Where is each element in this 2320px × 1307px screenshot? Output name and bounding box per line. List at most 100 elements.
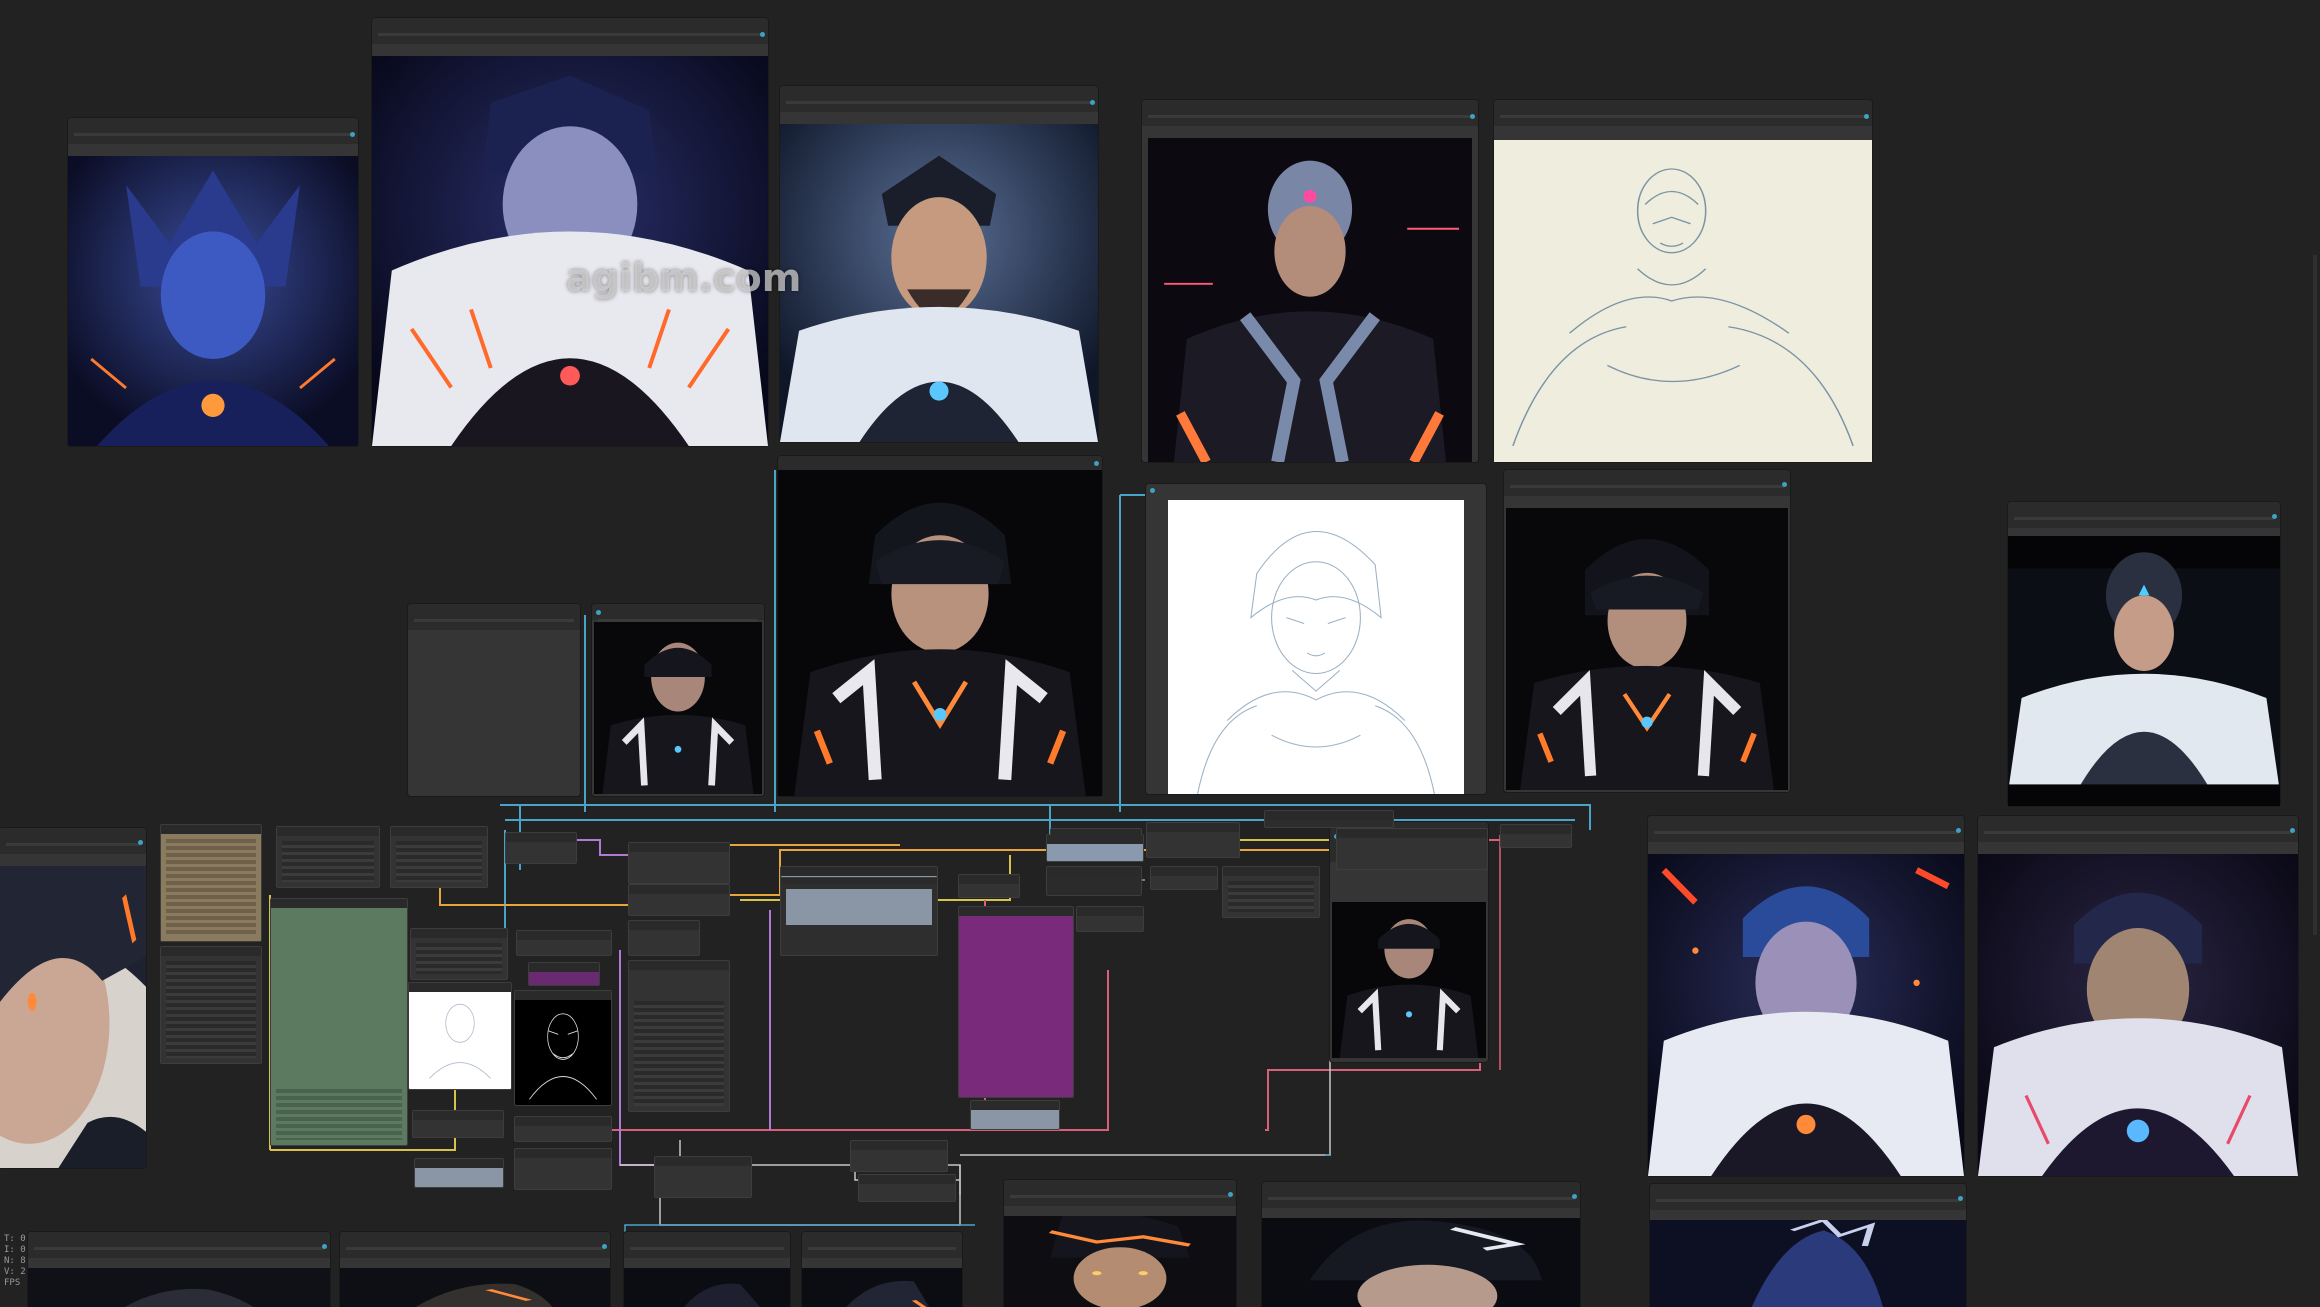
utility-node[interactable] bbox=[1146, 822, 1240, 858]
utility-node[interactable] bbox=[412, 1110, 504, 1138]
utility-node[interactable] bbox=[1050, 828, 1142, 838]
utility-node[interactable] bbox=[410, 928, 508, 980]
socket-dot-icon[interactable] bbox=[602, 1244, 607, 1249]
utility-node[interactable] bbox=[654, 1156, 752, 1198]
node-widgets[interactable] bbox=[166, 839, 256, 936]
canny-preview-node[interactable] bbox=[514, 990, 612, 1106]
utility-node[interactable] bbox=[516, 930, 612, 956]
node-title-bar[interactable] bbox=[0, 828, 146, 854]
node-title-bar[interactable] bbox=[340, 1232, 610, 1258]
preview-image-node[interactable] bbox=[372, 18, 768, 446]
preview-image-node[interactable] bbox=[1142, 100, 1478, 462]
preview-image-node[interactable] bbox=[778, 456, 1102, 796]
utility-node[interactable] bbox=[1046, 834, 1144, 862]
utility-node[interactable] bbox=[1150, 866, 1218, 890]
preview-image-node[interactable] bbox=[28, 1232, 330, 1307]
socket-dot-icon[interactable] bbox=[2272, 514, 2277, 519]
utility-node[interactable] bbox=[780, 874, 938, 956]
node-title-bar[interactable] bbox=[624, 1232, 790, 1258]
node-widgets[interactable] bbox=[282, 841, 374, 882]
socket-dot-icon[interactable] bbox=[1090, 100, 1095, 105]
node-title-bar[interactable] bbox=[68, 118, 358, 144]
socket-dot-icon[interactable] bbox=[1572, 1194, 1577, 1199]
preview-image-node[interactable] bbox=[780, 86, 1098, 442]
node-title-bar[interactable] bbox=[780, 86, 1098, 112]
utility-node[interactable] bbox=[628, 920, 700, 956]
socket-dot-icon[interactable] bbox=[138, 840, 143, 845]
node-title-bar[interactable] bbox=[408, 604, 580, 630]
preview-image-node[interactable] bbox=[802, 1232, 962, 1307]
utility-node[interactable] bbox=[160, 946, 262, 1064]
preview-image-node[interactable] bbox=[1262, 1182, 1580, 1307]
socket-dot-icon[interactable] bbox=[1150, 488, 1155, 493]
preview-image-node[interactable] bbox=[1504, 470, 1790, 792]
node-title-bar[interactable] bbox=[28, 1232, 330, 1258]
utility-node[interactable] bbox=[850, 1140, 948, 1172]
socket-dot-icon[interactable] bbox=[350, 132, 355, 137]
utility-node[interactable] bbox=[1046, 866, 1142, 896]
socket-dot-icon[interactable] bbox=[1958, 1196, 1963, 1201]
preview-image-node[interactable] bbox=[1650, 1184, 1966, 1307]
preview-image-node[interactable] bbox=[0, 828, 146, 1168]
utility-node[interactable] bbox=[628, 884, 730, 916]
socket-dot-icon[interactable] bbox=[2290, 828, 2295, 833]
utility-node[interactable] bbox=[414, 1158, 504, 1188]
utility-node[interactable] bbox=[970, 1100, 1060, 1130]
node-widgets[interactable] bbox=[276, 1089, 402, 1140]
utility-node[interactable] bbox=[780, 866, 938, 878]
utility-node[interactable] bbox=[1336, 828, 1488, 870]
node-title-bar[interactable] bbox=[1978, 816, 2298, 842]
node-title-bar[interactable] bbox=[1142, 100, 1478, 126]
utility-node[interactable] bbox=[628, 960, 730, 1112]
preview-image-node[interactable] bbox=[2008, 502, 2280, 806]
preview-image-node[interactable] bbox=[340, 1232, 610, 1307]
canvas-scrollbar[interactable] bbox=[2313, 255, 2317, 935]
utility-node[interactable] bbox=[505, 832, 577, 864]
node-title-bar[interactable] bbox=[1648, 816, 1964, 842]
node-title-bar[interactable] bbox=[592, 604, 764, 622]
socket-dot-icon[interactable] bbox=[1228, 1192, 1233, 1197]
node-title-bar[interactable] bbox=[1262, 1182, 1580, 1208]
preview-image-node[interactable] bbox=[1494, 100, 1872, 462]
node-widgets[interactable] bbox=[786, 889, 932, 925]
utility-node[interactable] bbox=[276, 826, 380, 888]
note-node[interactable] bbox=[270, 898, 408, 1146]
node-title-bar[interactable] bbox=[778, 456, 1102, 474]
node-title-bar[interactable] bbox=[802, 1232, 962, 1258]
node-title-bar[interactable] bbox=[372, 18, 768, 44]
socket-dot-icon[interactable] bbox=[322, 1244, 327, 1249]
socket-dot-icon[interactable] bbox=[1956, 828, 1961, 833]
graph-canvas[interactable]: agibm.com T: 0 I: 0 N: 8 V: 2 FPS bbox=[0, 0, 2320, 1307]
utility-node[interactable] bbox=[1500, 824, 1572, 848]
empty-node[interactable] bbox=[408, 604, 580, 796]
preview-image-node[interactable] bbox=[68, 118, 358, 446]
node-title-bar[interactable] bbox=[1650, 1184, 1966, 1210]
load-image-node[interactable] bbox=[160, 824, 262, 942]
node-widgets[interactable] bbox=[634, 1001, 724, 1106]
utility-node[interactable] bbox=[1264, 810, 1394, 828]
node-title-bar[interactable] bbox=[1004, 1180, 1236, 1206]
utility-node[interactable] bbox=[514, 1116, 612, 1142]
preview-image-node[interactable] bbox=[1648, 816, 1964, 1176]
socket-dot-icon[interactable] bbox=[760, 32, 765, 37]
node-title-bar[interactable] bbox=[1494, 100, 1872, 126]
utility-node[interactable] bbox=[958, 874, 1020, 898]
node-title-bar[interactable] bbox=[1504, 470, 1790, 496]
preview-image-node[interactable] bbox=[624, 1232, 790, 1307]
utility-node[interactable] bbox=[514, 1148, 612, 1190]
socket-dot-icon[interactable] bbox=[1094, 461, 1099, 466]
utility-node[interactable] bbox=[390, 826, 488, 888]
socket-dot-icon[interactable] bbox=[596, 610, 601, 615]
preview-image-node[interactable] bbox=[1146, 484, 1486, 794]
node-widgets[interactable] bbox=[396, 841, 482, 882]
lineart-preview-node[interactable] bbox=[408, 982, 512, 1090]
node-widgets[interactable] bbox=[166, 961, 256, 1058]
utility-node[interactable] bbox=[858, 1174, 956, 1202]
utility-node[interactable] bbox=[528, 962, 600, 986]
utility-node[interactable] bbox=[628, 842, 730, 884]
node-widgets[interactable] bbox=[1228, 881, 1314, 912]
utility-node[interactable] bbox=[1076, 906, 1144, 932]
preview-image-node[interactable] bbox=[592, 604, 764, 796]
checkpoint-node[interactable] bbox=[958, 906, 1074, 1098]
socket-dot-icon[interactable] bbox=[1782, 482, 1787, 487]
